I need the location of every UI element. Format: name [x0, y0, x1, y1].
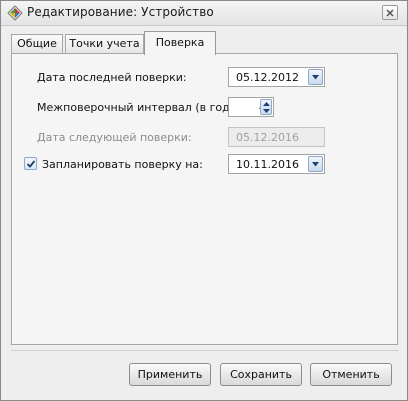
interval-spin-input[interactable]: 4 [228, 97, 274, 117]
close-button[interactable] [382, 5, 398, 20]
next-check-date-field: 05.12.2016 [228, 127, 325, 147]
schedule-date-value[interactable]: 10.11.2016 [236, 158, 299, 171]
tab-metering-points[interactable]: Точки учета [65, 34, 144, 53]
chevron-down-icon [312, 162, 319, 167]
dialog-window: Редактирование: Устройство Общие Точки у… [0, 0, 408, 401]
last-check-label: Дата последней поверки: [37, 71, 187, 84]
last-check-date-value[interactable]: 05.12.2012 [236, 71, 299, 84]
next-check-label: Дата следующей поверки: [37, 131, 192, 144]
last-check-dropdown-button[interactable] [308, 69, 323, 85]
chevron-down-icon [312, 75, 319, 80]
footer-divider [11, 350, 398, 351]
verification-panel [11, 53, 398, 345]
apply-button[interactable]: Применить [129, 363, 211, 386]
window-title: Редактирование: Устройство [27, 5, 214, 19]
interval-label: Межповерочный интервал (в годах): [37, 101, 251, 114]
checkmark-icon [26, 160, 36, 168]
tab-general[interactable]: Общие [11, 34, 63, 53]
save-button[interactable]: Сохранить [220, 363, 302, 386]
schedule-date-picker[interactable]: 10.11.2016 [228, 154, 325, 174]
last-check-date-picker[interactable]: 05.12.2012 [228, 67, 325, 87]
app-diamond-icon [7, 5, 23, 21]
next-check-date-value: 05.12.2016 [236, 131, 299, 144]
cancel-button[interactable]: Отменить [310, 363, 392, 386]
schedule-dropdown-button[interactable] [308, 156, 323, 172]
tab-verification[interactable]: Поверка [144, 31, 216, 55]
spin-arrows-icon [263, 102, 270, 113]
interval-spin-buttons[interactable] [260, 99, 272, 115]
schedule-checkbox[interactable] [24, 157, 37, 170]
title-bar[interactable]: Редактирование: Устройство [1, 1, 407, 26]
close-icon [386, 9, 394, 17]
schedule-label[interactable]: Запланировать поверку на: [42, 158, 203, 171]
